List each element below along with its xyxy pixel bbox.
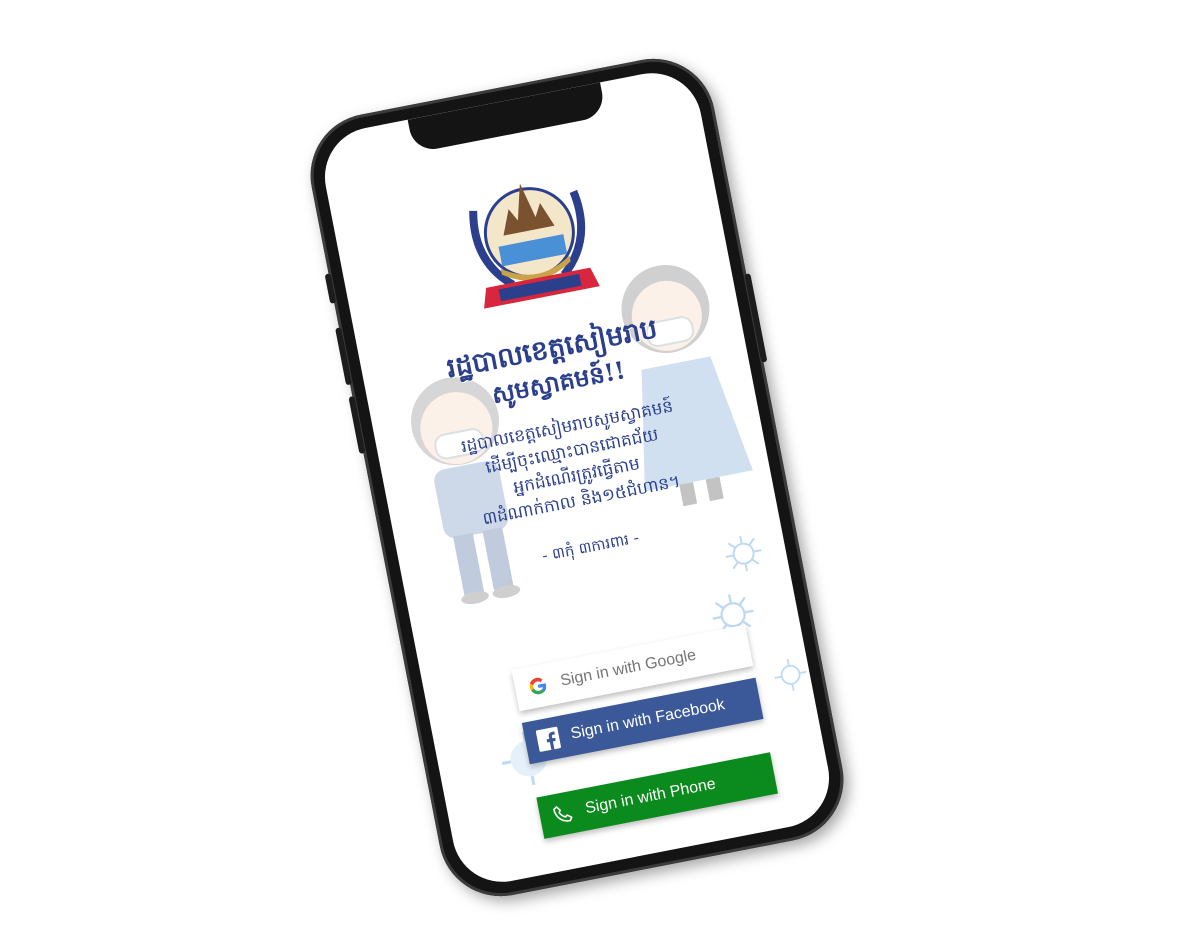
virus-decoration-icon xyxy=(769,654,811,696)
sign-in-phone-button[interactable]: Sign in with Phone xyxy=(536,752,778,839)
phone-icon xyxy=(536,789,589,839)
facebook-logo-icon xyxy=(522,714,575,764)
sign-in-google-label: Sign in with Google xyxy=(558,646,698,690)
sign-in-phone-label: Sign in with Phone xyxy=(583,775,718,818)
phone-screen: រដ្ឋបាលខេត្តសៀមរាប សូមស្វាគមន៍!! រដ្ឋបាល… xyxy=(316,64,838,891)
virus-decoration-icon xyxy=(720,530,767,577)
sign-in-facebook-label: Sign in with Facebook xyxy=(569,696,727,743)
siem-reap-crest-logo xyxy=(446,148,614,322)
phone-mockup: រដ្ឋបាលខេត្តសៀមរាប សូមស្វាគមន៍!! រដ្ឋបាល… xyxy=(299,48,855,907)
google-logo-icon xyxy=(512,661,565,711)
